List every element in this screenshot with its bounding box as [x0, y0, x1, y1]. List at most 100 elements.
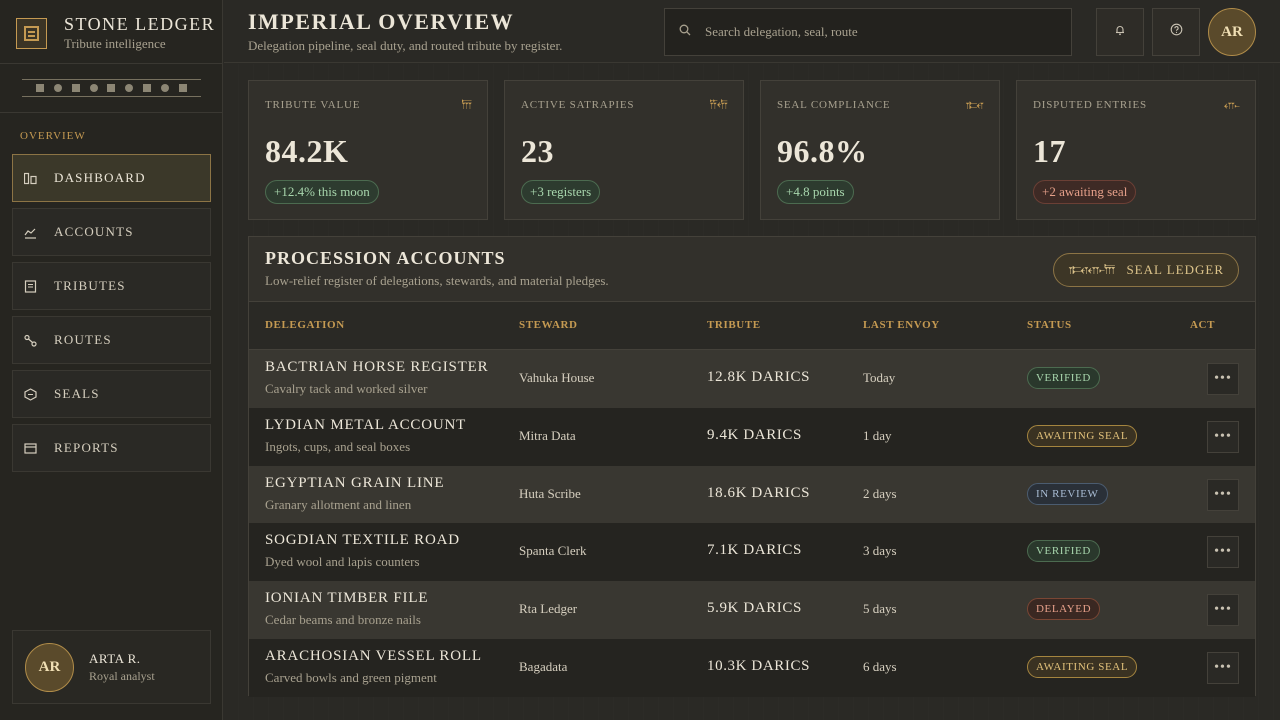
cuneiform-glyph-icon: 𐎡𐎢 [709, 98, 728, 112]
table-header: DELEGATION STEWARD TRIBUTE LAST ENVOY ST… [249, 301, 1255, 350]
avatar: AR [25, 642, 74, 692]
stat-card-tribute-value: TRIBUTE VALUE 𐎠 84.2K +12.4% this moon [248, 80, 488, 220]
sidebar-item-dashboard[interactable]: DASHBOARD [12, 154, 211, 202]
delegation-name: BACTRIAN HORSE REGISTER [265, 359, 489, 375]
stat-value: 84.2K [265, 133, 349, 169]
status-badge: VERIFIED [1027, 367, 1100, 389]
delegation-description: Cavalry tack and worked silver [265, 381, 428, 396]
procession-accounts-panel: PROCESSION ACCOUNTS Low-relief register … [248, 236, 1256, 697]
sidebar-item-accounts[interactable]: ACCOUNTS [12, 208, 211, 256]
stat-trend-badge: +2 awaiting seal [1033, 180, 1137, 204]
stat-label: SEAL COMPLIANCE [777, 99, 891, 111]
row-actions-button[interactable]: ••• [1207, 594, 1239, 626]
sidebar-item-tributes[interactable]: TRIBUTES [12, 262, 211, 310]
last-envoy-cell: 5 days [863, 601, 897, 616]
row-actions-button[interactable]: ••• [1207, 652, 1239, 684]
cuneiform-glyph-icon: 𐎣𐎤𐎥𐎠 [1068, 262, 1115, 277]
table-row[interactable]: EGYPTIAN GRAIN LINE Granary allotment an… [249, 466, 1255, 524]
sidebar-item-reports[interactable]: REPORTS [12, 424, 211, 472]
document-icon [24, 279, 37, 293]
decorative-frieze-icon [22, 79, 201, 97]
steward-cell: Huta Scribe [519, 486, 581, 501]
stat-trend-badge: +4.8 points [777, 180, 854, 204]
sidebar-item-routes[interactable]: ROUTES [12, 316, 211, 364]
stat-value: 96.8% [777, 133, 868, 169]
stat-card-active-satrapies: ACTIVE SATRAPIES 𐎡𐎢 23 +3 registers [504, 80, 744, 220]
tribute-cell: 10.3K DARICS [707, 658, 811, 674]
delegation-name: ARACHOSIAN VESSEL ROLL [265, 648, 482, 664]
table-row[interactable]: ARACHOSIAN VESSEL ROLL Carved bowls and … [249, 639, 1255, 697]
column-header-act: ACT [1190, 319, 1216, 331]
row-actions-button[interactable]: ••• [1207, 536, 1239, 568]
brand-subtitle: Tribute intelligence [64, 36, 166, 51]
divider [0, 112, 223, 113]
cuneiform-glyph-icon: 𐎠 [461, 98, 471, 112]
stat-trend-badge: +12.4% this moon [265, 180, 379, 204]
search-input[interactable] [705, 24, 1045, 40]
sidebar-item-label: TRIBUTES [54, 278, 126, 293]
panel-title: PROCESSION ACCOUNTS [265, 248, 506, 268]
steward-cell: Mitra Data [519, 428, 576, 443]
tribute-cell: 12.8K DARICS [707, 369, 811, 385]
last-envoy-cell: 1 day [863, 428, 892, 443]
user-profile-card[interactable]: AR ARTA R. Royal analyst [12, 630, 211, 704]
stat-label: ACTIVE SATRAPIES [521, 99, 635, 111]
page-title: IMPERIAL OVERVIEW [248, 9, 515, 34]
cuneiform-glyph-icon: 𐎥 [1223, 98, 1240, 112]
stat-trend-badge: +3 registers [521, 180, 601, 204]
stat-card-disputed-entries: DISPUTED ENTRIES 𐎥 17 +2 awaiting seal [1016, 80, 1256, 220]
tribute-cell: 5.9K DARICS [707, 600, 802, 616]
sidebar-item-seals[interactable]: SEALS [12, 370, 211, 418]
last-envoy-cell: 3 days [863, 543, 897, 558]
status-badge: AWAITING SEAL [1027, 425, 1138, 447]
brand: STONE LEDGER Tribute intelligence [16, 14, 215, 52]
column-header-tribute[interactable]: TRIBUTE [707, 319, 761, 331]
seal-ledger-button[interactable]: 𐎣𐎤𐎥𐎠 SEAL LEDGER [1053, 253, 1239, 287]
cuneiform-glyph-icon: 𐎣𐎤 [965, 98, 984, 112]
delegation-description: Ingots, cups, and seal boxes [265, 439, 411, 454]
steward-cell: Rta Ledger [519, 601, 578, 616]
delegation-name: SOGDIAN TEXTILE ROAD [265, 532, 460, 548]
top-bar: IMPERIAL OVERVIEW Delegation pipeline, s… [224, 0, 1280, 63]
stat-value: 17 [1033, 133, 1066, 169]
route-icon [24, 334, 37, 347]
row-actions-button[interactable]: ••• [1207, 363, 1239, 395]
delegation-description: Cedar beams and bronze nails [265, 612, 421, 627]
card-icon [24, 442, 37, 455]
table-row[interactable]: IONIAN TIMBER FILE Cedar beams and bronz… [249, 581, 1255, 639]
tribute-cell: 7.1K DARICS [707, 542, 802, 558]
stat-label: DISPUTED ENTRIES [1033, 99, 1147, 111]
search-box [664, 8, 1072, 56]
user-avatar-button[interactable]: AR [1208, 8, 1256, 56]
stat-card-seal-compliance: SEAL COMPLIANCE 𐎣𐎤 96.8% +4.8 points [760, 80, 1000, 220]
help-icon [1170, 23, 1183, 41]
column-header-delegation[interactable]: DELEGATION [265, 319, 345, 331]
sidebar-item-label: ACCOUNTS [54, 224, 134, 239]
delegation-description: Carved bowls and green pigment [265, 670, 437, 685]
table-row[interactable]: SOGDIAN TEXTILE ROAD Dyed wool and lapis… [249, 523, 1255, 581]
table-row[interactable]: BACTRIAN HORSE REGISTER Cavalry tack and… [249, 350, 1255, 408]
delegation-description: Granary allotment and linen [265, 497, 412, 512]
tribute-cell: 9.4K DARICS [707, 427, 802, 443]
steward-cell: Spanta Clerk [519, 543, 587, 558]
row-actions-button[interactable]: ••• [1207, 479, 1239, 511]
seal-icon [24, 387, 37, 401]
sidebar-nav: DASHBOARD ACCOUNTS TRIBUTES ROUTES SEALS [12, 154, 211, 478]
column-header-status[interactable]: STATUS [1027, 319, 1072, 331]
sidebar-item-label: SEALS [54, 386, 100, 401]
row-actions-button[interactable]: ••• [1207, 421, 1239, 453]
nav-section-label: OVERVIEW [20, 130, 86, 142]
profile-name: ARTA R. [89, 650, 141, 666]
table-row[interactable]: LYDIAN METAL ACCOUNT Ingots, cups, and s… [249, 408, 1255, 466]
notifications-button[interactable] [1096, 8, 1144, 56]
dashboard-icon [24, 172, 37, 185]
help-button[interactable] [1152, 8, 1200, 56]
last-envoy-cell: 6 days [863, 659, 897, 674]
stat-label: TRIBUTE VALUE [265, 99, 361, 111]
last-envoy-cell: 2 days [863, 486, 897, 501]
status-badge: IN REVIEW [1027, 483, 1108, 505]
logo-icon [16, 17, 47, 49]
column-header-last-envoy[interactable]: LAST ENVOY [863, 319, 940, 331]
column-header-steward[interactable]: STEWARD [519, 319, 578, 331]
sidebar-item-label: REPORTS [54, 440, 119, 455]
